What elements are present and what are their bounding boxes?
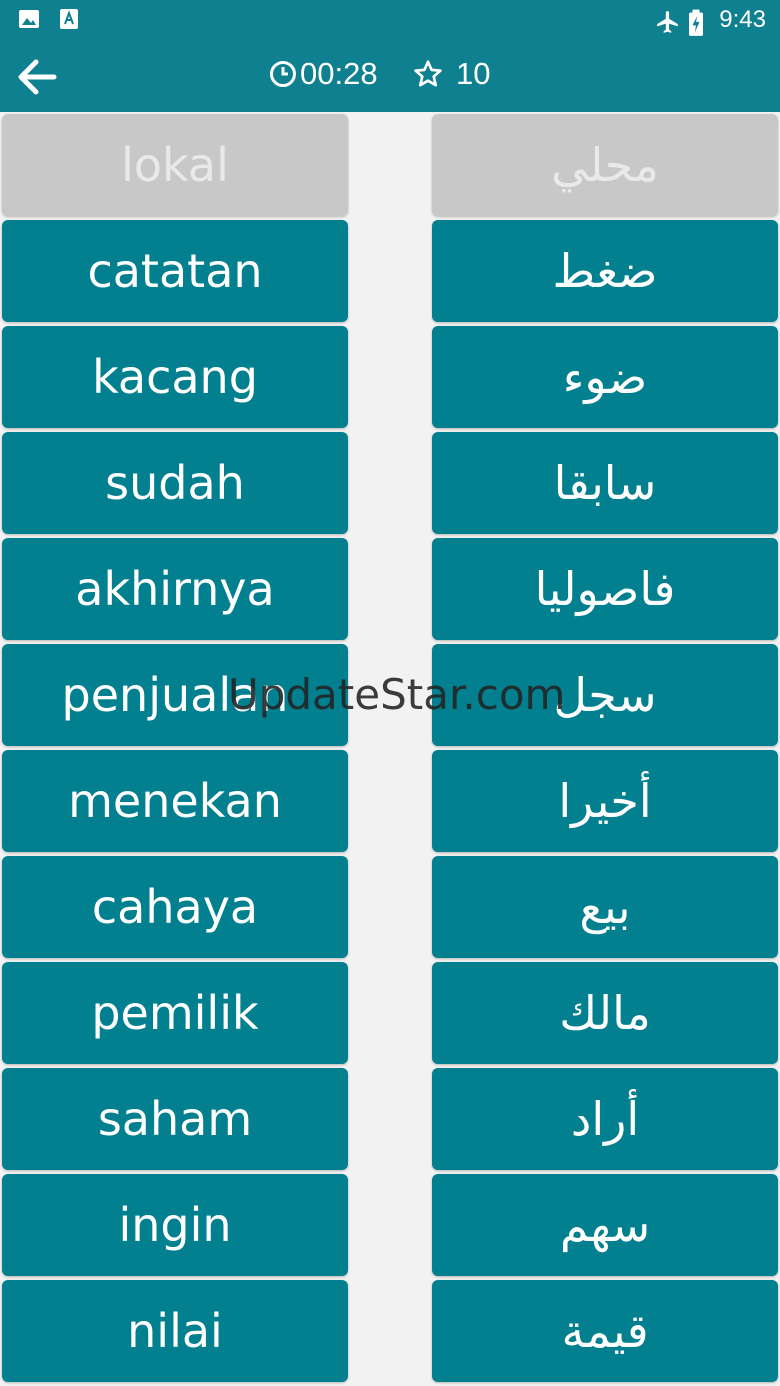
left-word-tile[interactable]: lokal bbox=[2, 114, 348, 216]
status-bar: 9:43 bbox=[0, 0, 780, 40]
back-button[interactable] bbox=[14, 54, 60, 100]
left-word-label: nilai bbox=[127, 1304, 223, 1358]
score-value: 10 bbox=[456, 56, 491, 91]
left-word-label: pemilik bbox=[91, 986, 259, 1040]
left-word-tile[interactable]: menekan bbox=[2, 750, 348, 852]
right-word-tile[interactable]: سابقا bbox=[432, 432, 778, 534]
right-word-label: محلي bbox=[551, 138, 659, 192]
left-word-tile[interactable]: cahaya bbox=[2, 856, 348, 958]
right-word-label: ضوء bbox=[562, 350, 648, 404]
star-outline-icon bbox=[414, 60, 442, 87]
right-word-tile[interactable]: ضوء bbox=[432, 326, 778, 428]
clock-icon bbox=[270, 61, 296, 87]
right-word-tile[interactable]: بيع bbox=[432, 856, 778, 958]
airplane-icon bbox=[655, 9, 679, 33]
left-word-tile[interactable]: catatan bbox=[2, 220, 348, 322]
text-a-icon bbox=[58, 8, 80, 30]
right-word-tile[interactable]: فاصوليا bbox=[432, 538, 778, 640]
left-word-tile[interactable]: penjualan bbox=[2, 644, 348, 746]
right-word-label: مالك bbox=[559, 986, 651, 1040]
left-word-tile[interactable]: ingin bbox=[2, 1174, 348, 1276]
left-word-tile[interactable]: pemilik bbox=[2, 962, 348, 1064]
score: 10 bbox=[412, 56, 490, 92]
left-word-tile[interactable]: saham bbox=[2, 1068, 348, 1170]
battery-charging-icon bbox=[687, 9, 709, 36]
right-word-tile[interactable]: سهم bbox=[432, 1174, 778, 1276]
right-word-label: أخيرا bbox=[558, 774, 652, 828]
timer: 00:28 bbox=[268, 56, 378, 92]
right-word-tile[interactable]: أخيرا bbox=[432, 750, 778, 852]
timer-value: 00:28 bbox=[300, 56, 378, 91]
right-word-label: سجل bbox=[553, 668, 657, 722]
right-word-label: ضغط bbox=[552, 244, 658, 298]
right-word-label: سهم bbox=[559, 1198, 651, 1252]
left-word-label: cahaya bbox=[91, 880, 259, 934]
right-word-tile[interactable]: سجل bbox=[432, 644, 778, 746]
right-word-tile[interactable]: محلي bbox=[432, 114, 778, 216]
right-word-tile[interactable]: أراد bbox=[432, 1068, 778, 1170]
status-time: 9:43 bbox=[719, 6, 766, 33]
right-word-label: أراد bbox=[570, 1092, 640, 1146]
right-word-label: فاصوليا bbox=[534, 562, 676, 616]
left-word-label: penjualan bbox=[61, 668, 289, 722]
right-word-label: قيمة bbox=[561, 1304, 649, 1358]
left-word-label: menekan bbox=[68, 774, 282, 828]
left-word-label: lokal bbox=[121, 138, 229, 192]
left-word-tile[interactable]: kacang bbox=[2, 326, 348, 428]
left-word-label: ingin bbox=[118, 1198, 232, 1252]
right-word-label: بيع bbox=[579, 880, 631, 934]
left-word-tile[interactable]: nilai bbox=[2, 1280, 348, 1382]
left-word-tile[interactable]: sudah bbox=[2, 432, 348, 534]
left-word-label: kacang bbox=[92, 350, 258, 404]
right-word-tile[interactable]: مالك bbox=[432, 962, 778, 1064]
app-bar: 00:28 10 bbox=[0, 40, 780, 112]
right-word-label: سابقا bbox=[553, 456, 657, 510]
left-word-label: sudah bbox=[105, 456, 245, 510]
left-word-label: saham bbox=[97, 1092, 253, 1146]
left-word-tile[interactable]: akhirnya bbox=[2, 538, 348, 640]
left-word-label: catatan bbox=[87, 244, 263, 298]
arrow-left-icon bbox=[18, 59, 57, 95]
right-word-tile[interactable]: قيمة bbox=[432, 1280, 778, 1382]
image-icon bbox=[18, 8, 40, 30]
left-word-label: akhirnya bbox=[75, 562, 275, 616]
right-word-tile[interactable]: ضغط bbox=[432, 220, 778, 322]
